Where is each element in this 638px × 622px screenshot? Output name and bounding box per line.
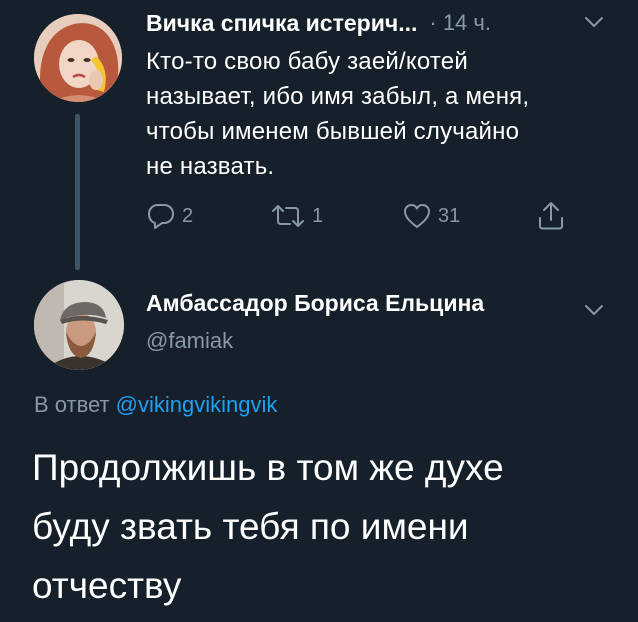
tweet-text-line: не назвать. bbox=[146, 153, 275, 180]
tweet-text: Кто-то свою бабу заей/котей называет, иб… bbox=[146, 44, 616, 184]
tweet-text-line: Продолжишь в том же духе bbox=[32, 447, 504, 488]
share-icon bbox=[539, 202, 563, 230]
author-handle[interactable]: @famiak bbox=[146, 328, 233, 354]
tweet-actions: 2 1 31 bbox=[146, 198, 606, 234]
avatar[interactable] bbox=[34, 14, 122, 102]
tweet-text-line: называет, ибо имя забыл, а меня, bbox=[146, 83, 530, 110]
retweet-button[interactable]: 1 bbox=[270, 198, 323, 234]
tweet-text-line: Кто-то свою бабу заей/котей bbox=[146, 48, 468, 75]
tweet-text-line: отчеству bbox=[32, 565, 182, 606]
reply-mention-link[interactable]: @vikingvikingvik bbox=[116, 392, 278, 417]
tweet-header: Вичка спичка истерич... · 14 ч. bbox=[146, 6, 491, 40]
avatar[interactable] bbox=[34, 280, 124, 370]
like-icon bbox=[404, 204, 430, 228]
like-count: 31 bbox=[438, 204, 461, 227]
chevron-down-icon[interactable] bbox=[583, 302, 605, 318]
like-button[interactable]: 31 bbox=[402, 198, 460, 234]
share-button[interactable] bbox=[536, 198, 566, 234]
tweet-timestamp[interactable]: · 14 ч. bbox=[429, 10, 491, 36]
tweet-text-line: чтобы именем бывшей случайно bbox=[146, 118, 520, 145]
author-name[interactable]: Вичка спичка истерич... bbox=[146, 10, 417, 37]
chevron-down-icon[interactable] bbox=[583, 14, 605, 30]
retweet-count: 1 bbox=[312, 204, 324, 227]
reply-context: В ответ @vikingvikingvik bbox=[34, 392, 277, 418]
tweet-text: Продолжишь в том же духе буду звать тебя… bbox=[32, 438, 622, 615]
reply-to-tweet[interactable]: Вичка спичка истерич... · 14 ч. Кто-то с… bbox=[0, 0, 638, 270]
author-name[interactable]: Амбассадор Бориса Ельцина bbox=[146, 290, 484, 317]
reply-button[interactable]: 2 bbox=[146, 198, 193, 234]
tweet-text-line: буду звать тебя по имени bbox=[32, 506, 469, 547]
retweet-icon bbox=[272, 205, 304, 227]
reply-count: 2 bbox=[182, 204, 194, 227]
thread-connector-line bbox=[75, 114, 80, 270]
reply-prefix: В ответ bbox=[34, 392, 110, 417]
reply-icon bbox=[148, 204, 174, 229]
